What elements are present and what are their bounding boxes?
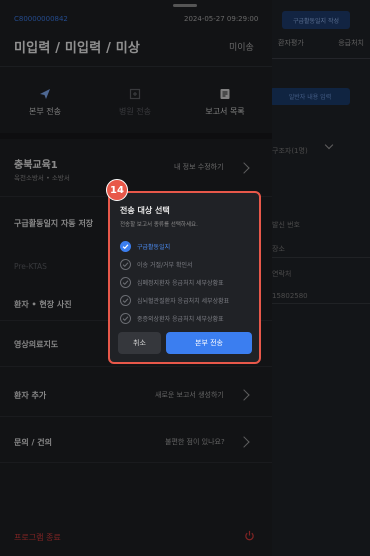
check-icon: [120, 240, 131, 252]
check-icon: [120, 294, 131, 306]
option-trauma[interactable]: 중증외상환자 응급처치 세부상황표: [120, 312, 224, 324]
step-number-badge: 14: [106, 179, 128, 201]
send-hq-confirm-button[interactable]: 본부 전송: [166, 332, 252, 354]
check-icon: [120, 312, 131, 324]
option-refusal-form[interactable]: 이송 거절/거부 확인서: [120, 258, 193, 270]
option-cerebrovascular[interactable]: 심뇌혈관질환자 응급처치 세부상황표: [120, 294, 229, 306]
option-cardiac-arrest[interactable]: 심폐정지환자 응급처치 세부상황표: [120, 276, 224, 288]
dialog-title: 전송 대상 선택: [120, 206, 170, 215]
check-icon: [120, 276, 131, 288]
option-label: 이송 거절/거부 확인서: [137, 261, 193, 269]
option-label: 심뇌혈관질환자 응급처치 세부상황표: [137, 297, 230, 305]
option-activity-log[interactable]: 구급활동일지: [120, 240, 170, 252]
option-label: 중증외상환자 응급처치 세부상황표: [137, 315, 224, 323]
option-label: 구급활동일지: [137, 243, 171, 251]
cancel-button[interactable]: 취소: [118, 332, 161, 354]
dialog-subtitle: 전송할 보고서 종류를 선택하세요.: [120, 222, 198, 228]
send-target-dialog: 전송 대상 선택 전송할 보고서 종류를 선택하세요. 구급활동일지 이송 거절…: [108, 191, 261, 364]
check-icon: [120, 258, 131, 270]
option-label: 심폐정지환자 응급처치 세부상황표: [137, 279, 224, 287]
